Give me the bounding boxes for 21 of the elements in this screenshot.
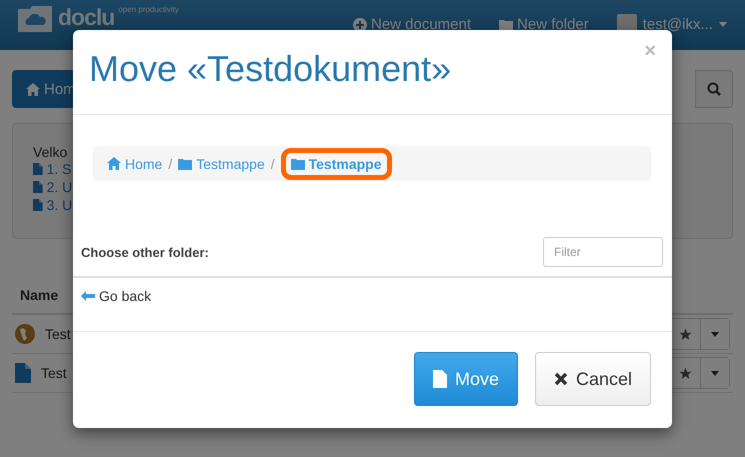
guide-link[interactable]: 2. U (33, 178, 72, 196)
go-back-link[interactable]: Go back (81, 288, 152, 304)
welcome-text: Velko (33, 144, 68, 160)
breadcrumb-item[interactable]: Testmappe (280, 148, 392, 180)
cancel-button[interactable]: Cancel (534, 352, 651, 406)
guide-link[interactable]: 3. U (33, 196, 72, 214)
guide-link[interactable]: 1. S (33, 160, 72, 178)
choose-folder-label: Choose other folder: (81, 244, 209, 260)
logo-tagline: open productivity (118, 6, 179, 14)
file-name[interactable]: Test (41, 365, 67, 381)
breadcrumb-item[interactable]: Home (107, 156, 162, 172)
breadcrumb-separator: / (168, 156, 172, 172)
close-button[interactable]: × (644, 40, 656, 63)
nav-link[interactable]: New folder (499, 16, 589, 33)
logo: doclu (58, 6, 114, 28)
breadcrumb-separator: / (270, 156, 275, 172)
filter-field[interactable]: Filter (543, 237, 663, 267)
move-button[interactable]: Move (414, 352, 518, 406)
dialog-title: Move «Testdokument» (89, 48, 452, 91)
file-name[interactable]: Test (45, 326, 71, 342)
breadcrumb-item[interactable]: Testmappe (178, 156, 265, 172)
